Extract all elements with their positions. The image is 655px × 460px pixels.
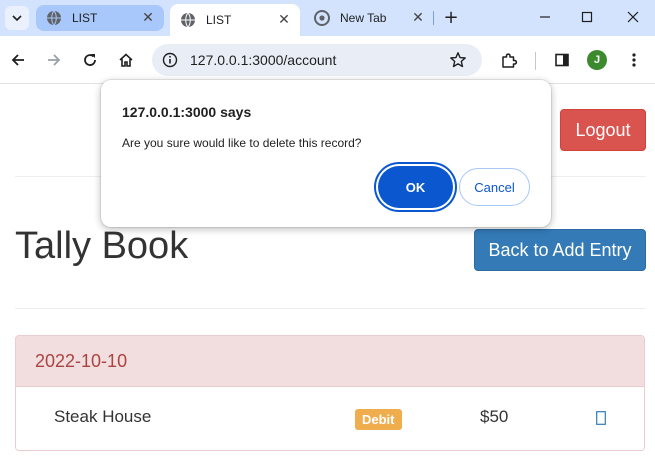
url-text: 127.0.0.1:3000/account [190,52,337,68]
dialog-title: 127.0.0.1:3000 says [122,104,252,120]
tab-title: LIST [206,13,232,27]
confirm-dialog: 127.0.0.1:3000 says Are you sure would l… [101,80,551,227]
chrome-icon [314,10,330,26]
toolbar-separator [535,52,536,70]
globe-icon [180,12,196,28]
globe-icon [46,10,62,26]
browser-toolbar: 127.0.0.1:3000/account J [0,36,655,84]
back-arrow-icon[interactable] [6,48,30,72]
extensions-icon[interactable] [497,48,521,72]
chevron-down-icon [12,15,22,22]
ok-button[interactable]: OK [378,166,453,208]
back-to-add-entry-button[interactable]: Back to Add Entry [474,229,646,271]
cancel-button[interactable]: Cancel [459,168,530,206]
minimize-icon[interactable] [525,4,565,30]
site-info-icon[interactable] [158,52,182,68]
page-title: Tally Book [15,225,189,267]
dialog-message: Are you sure would like to delete this r… [122,136,362,150]
logout-button[interactable]: Logout [560,109,646,151]
entry-amount: $50 [480,407,509,426]
address-bar[interactable]: 127.0.0.1:3000/account [152,44,482,76]
tab-separator [433,11,434,25]
trash-icon[interactable] [593,409,609,427]
entry-name: Steak House [54,407,152,426]
browser-tab-strip: LIST ✕ LIST ✕ New Tab ✕ + [0,0,655,36]
entry-type-badge: Debit [355,409,402,430]
close-window-icon[interactable] [613,4,653,30]
side-panel-icon[interactable] [550,48,574,72]
forward-arrow-icon[interactable] [42,48,66,72]
tab-list-2[interactable]: LIST ✕ [170,4,300,36]
tab-title: LIST [72,11,98,25]
maximize-icon[interactable] [567,4,607,30]
entry-date-heading: 2022-10-10 [16,336,644,387]
new-tab-button[interactable]: + [440,6,462,28]
entry-row: Steak House Debit $50 [16,387,644,450]
close-tab-icon[interactable]: ✕ [140,10,156,26]
close-tab-icon[interactable]: ✕ [410,10,426,26]
profile-avatar[interactable]: J [587,50,607,70]
tab-list-1[interactable]: LIST ✕ [36,5,164,31]
tab-title: New Tab [340,11,387,25]
entry-panel: 2022-10-10 Steak House Debit $50 [15,335,645,451]
close-tab-icon[interactable]: ✕ [276,12,292,28]
bookmark-star-icon[interactable] [446,51,470,69]
reload-icon[interactable] [78,48,102,72]
more-menu-icon[interactable] [622,48,646,72]
tab-search-button[interactable] [5,6,29,30]
tab-new-tab[interactable]: New Tab ✕ [304,4,434,32]
divider [15,308,645,309]
home-icon[interactable] [114,48,138,72]
